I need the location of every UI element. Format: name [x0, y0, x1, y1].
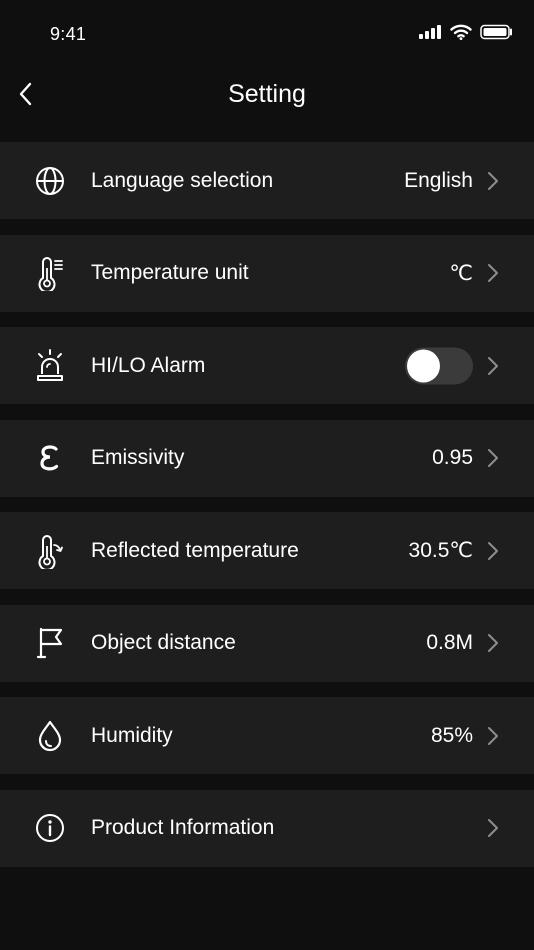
globe-icon: [32, 163, 68, 199]
chevron-right-icon: [485, 724, 501, 748]
nav-bar: Setting: [0, 66, 534, 126]
status-bar: 9:41: [0, 0, 534, 66]
setting-row-reflected-temperature[interactable]: Reflected temperature 30.5℃: [0, 512, 534, 589]
setting-value: 30.5℃: [408, 539, 473, 562]
setting-row-object-distance[interactable]: Object distance 0.8M: [0, 604, 534, 682]
setting-row-alarm[interactable]: HI/LO Alarm: [0, 327, 534, 404]
chevron-right-icon: [485, 354, 501, 378]
chevron-right-icon: [485, 261, 501, 285]
setting-row-temperature-unit[interactable]: Temperature unit ℃: [0, 234, 534, 312]
alarm-siren-icon: [32, 348, 68, 384]
chevron-right-icon: [485, 446, 501, 470]
flag-icon: [32, 625, 68, 661]
cellular-signal-icon: [419, 25, 441, 39]
setting-label: Object distance: [91, 631, 236, 654]
chevron-right-icon: [485, 631, 501, 655]
droplet-icon: [32, 718, 68, 754]
settings-list: Language selection English Temperature u…: [0, 142, 534, 882]
setting-label: Product Information: [91, 816, 275, 839]
chevron-right-icon: [485, 169, 501, 193]
setting-label: Reflected temperature: [91, 538, 299, 562]
thermometer-reflect-icon: [32, 533, 68, 569]
setting-row-language[interactable]: Language selection English: [0, 142, 534, 219]
wifi-icon: [450, 24, 472, 40]
setting-value: 0.95: [432, 446, 473, 469]
setting-value: English: [404, 168, 473, 192]
epsilon-icon: [32, 440, 68, 476]
status-time: 9:41: [50, 24, 87, 44]
setting-value: 0.8M: [426, 631, 473, 654]
setting-label: Language selection: [91, 168, 274, 192]
setting-label: Humidity: [91, 723, 173, 747]
thermometer-icon: [32, 255, 68, 291]
status-icons: [418, 24, 514, 40]
toggle-knob: [407, 349, 440, 382]
setting-value: ℃: [449, 261, 473, 285]
setting-row-humidity[interactable]: Humidity 85%: [0, 697, 534, 774]
battery-icon: [480, 24, 512, 40]
setting-label: Temperature unit: [91, 261, 249, 284]
info-icon: [32, 810, 68, 846]
setting-label: HI/LO Alarm: [91, 353, 206, 377]
alarm-toggle[interactable]: [405, 347, 473, 384]
page-title: Setting: [228, 80, 306, 108]
chevron-right-icon: [485, 816, 501, 840]
setting-label: Emissivity: [91, 446, 185, 469]
setting-row-emissivity[interactable]: Emissivity 0.95: [0, 419, 534, 497]
setting-value: 85%: [430, 723, 473, 747]
chevron-right-icon: [485, 539, 501, 563]
setting-row-product-information[interactable]: Product Information: [0, 789, 534, 867]
